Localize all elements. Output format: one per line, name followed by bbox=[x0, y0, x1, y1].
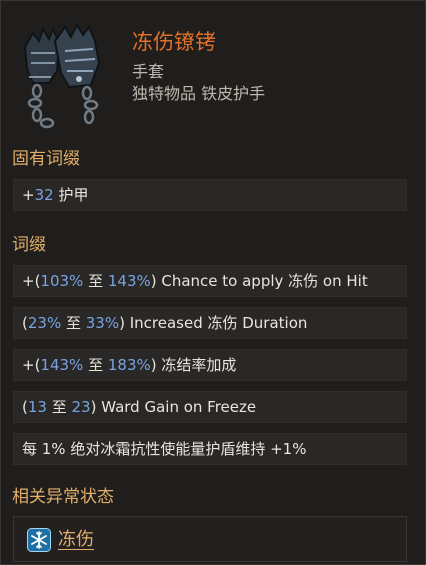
mod-text: 每 1% 绝对冰霜抗性使能量护盾维持 +1% bbox=[22, 440, 307, 458]
ailment-link[interactable]: 冻伤 bbox=[58, 528, 94, 552]
mod-text: ) 冻结率加成 bbox=[150, 356, 237, 374]
mod-max-value: 33% bbox=[85, 314, 120, 332]
mod-max-value: 23 bbox=[71, 398, 91, 416]
implicit-section-title: 固有词缀 bbox=[12, 149, 80, 169]
mod-text: 护甲 bbox=[53, 186, 89, 204]
mod-text: ) Ward Gain on Freeze bbox=[90, 398, 257, 416]
mod-prefix: +( bbox=[22, 356, 41, 374]
mod-prefix: + bbox=[22, 186, 35, 204]
mod-range-sep: 至 bbox=[83, 356, 108, 374]
ailment-row: 冻伤 bbox=[13, 516, 407, 562]
affix-row: +(103% 至 143%) Chance to apply 冻伤 on Hit bbox=[13, 265, 407, 297]
mod-min-value: 143% bbox=[40, 356, 84, 374]
item-tooltip: 冻伤镣铐 手套 独特物品 铁皮护手 固有词缀 +32 护甲 词缀 +(103% … bbox=[0, 0, 426, 565]
mod-range-sep: 至 bbox=[61, 314, 86, 332]
item-subtitle: 独特物品 铁皮护手 bbox=[132, 84, 266, 103]
related-ailments-title: 相关异常状态 bbox=[12, 487, 114, 507]
mod-max-value: 183% bbox=[107, 356, 151, 374]
snowflake-icon bbox=[27, 528, 51, 552]
item-name: 冻伤镣铐 bbox=[132, 30, 216, 54]
mod-text: ) Increased 冻伤 Duration bbox=[119, 314, 308, 332]
mod-prefix: +( bbox=[22, 272, 41, 290]
mod-min-value: 23% bbox=[27, 314, 62, 332]
affix-section-title: 词缀 bbox=[12, 235, 46, 255]
mod-max-value: 143% bbox=[107, 272, 151, 290]
mod-min-value: 13 bbox=[27, 398, 47, 416]
mod-range-sep: 至 bbox=[83, 272, 108, 290]
mod-range-sep: 至 bbox=[46, 398, 72, 416]
item-header: 冻伤镣铐 手套 独特物品 铁皮护手 bbox=[1, 1, 425, 136]
affix-row: (13 至 23) Ward Gain on Freeze bbox=[13, 391, 407, 423]
mod-text: ) Chance to apply 冻伤 on Hit bbox=[150, 272, 368, 290]
mod-value: 32 bbox=[34, 186, 54, 204]
affix-row: +(143% 至 183%) 冻结率加成 bbox=[13, 349, 407, 381]
affix-row-special: 每 1% 绝对冰霜抗性使能量护盾维持 +1% bbox=[13, 433, 407, 465]
implicit-mod-row: +32 护甲 bbox=[13, 179, 407, 211]
affix-row: (23% 至 33%) Increased 冻伤 Duration bbox=[13, 307, 407, 339]
mod-min-value: 103% bbox=[40, 272, 84, 290]
item-type: 手套 bbox=[132, 62, 165, 81]
gauntlets-icon bbox=[23, 23, 101, 129]
